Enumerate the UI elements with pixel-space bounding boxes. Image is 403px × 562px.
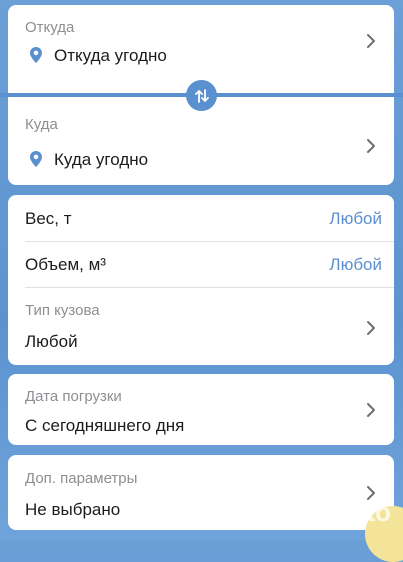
to-value: Куда угодно xyxy=(54,150,149,169)
extra-params-value: Не выбрано xyxy=(25,500,121,519)
chevron-right-icon xyxy=(367,403,375,417)
chevron-right-icon xyxy=(367,139,375,153)
chevron-right-icon xyxy=(367,321,375,335)
location-pin-icon xyxy=(30,151,42,167)
weight-label: Вес, т xyxy=(25,209,72,228)
chevron-right-icon xyxy=(367,34,375,48)
weight-value: Любой xyxy=(329,209,382,228)
swap-arrows-icon xyxy=(194,88,209,103)
to-label: Куда xyxy=(25,116,58,133)
loading-date-label: Дата погрузки xyxy=(25,388,122,405)
params-card: Вес, т Любой Объем, м³ Любой Тип кузова … xyxy=(8,195,394,365)
location-pin-icon xyxy=(30,47,42,63)
loading-date-card[interactable]: Дата погрузки С сегодняшнего дня xyxy=(8,374,394,445)
volume-row[interactable]: Объем, м³ Любой xyxy=(8,242,394,287)
from-label: Откуда xyxy=(25,19,75,36)
loading-date-value: С сегодняшнего дня xyxy=(25,416,185,435)
from-value: Откуда угодно xyxy=(54,46,167,65)
volume-value: Любой xyxy=(329,255,382,274)
volume-label: Объем, м³ xyxy=(25,255,106,274)
body-type-value: Любой xyxy=(25,332,78,351)
body-type-row[interactable]: Тип кузова Любой xyxy=(8,288,394,365)
avito-logo-icon xyxy=(290,500,321,526)
weight-row[interactable]: Вес, т Любой xyxy=(8,195,394,241)
avito-watermark: Avito xyxy=(290,497,391,528)
extra-params-label: Доп. параметры xyxy=(25,470,138,487)
watermark-text: Avito xyxy=(326,497,391,527)
swap-route-button[interactable] xyxy=(186,80,217,111)
body-type-label: Тип кузова xyxy=(25,302,100,319)
